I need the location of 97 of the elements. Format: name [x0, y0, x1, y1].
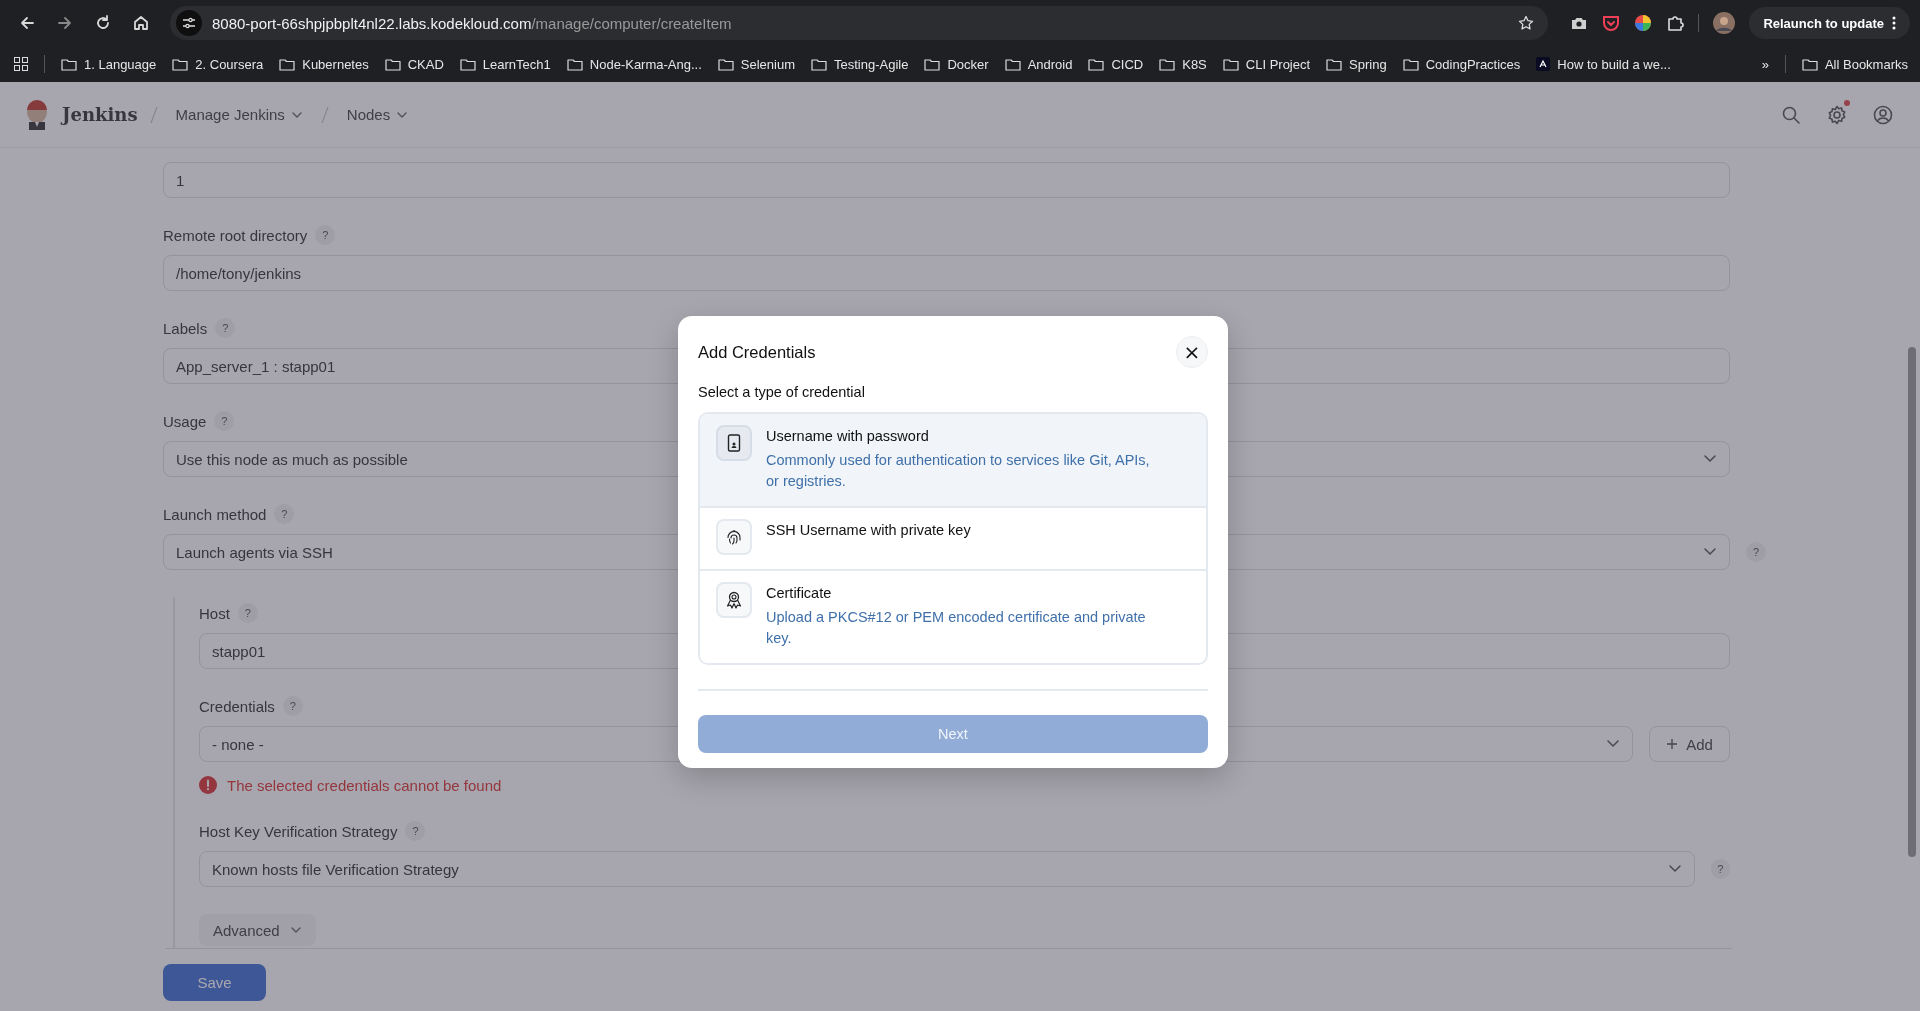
bookmark[interactable]: LearnTech1	[459, 56, 551, 72]
star-icon[interactable]	[1518, 15, 1535, 31]
field-label: Host Key Verification Strategy	[199, 822, 398, 840]
account-icon[interactable]	[1873, 104, 1893, 125]
bookmark[interactable]: CICD	[1088, 56, 1144, 72]
close-button[interactable]: ×	[1176, 336, 1208, 368]
help-button[interactable]: ?	[215, 318, 236, 338]
puzzle-icon[interactable]	[1666, 14, 1685, 32]
forward-icon[interactable]	[56, 14, 74, 32]
bookmark[interactable]: Kubernetes	[279, 56, 369, 72]
search-icon[interactable]	[1781, 104, 1801, 125]
fingerprint-icon	[725, 528, 743, 546]
folder-icon	[1801, 57, 1818, 71]
brand-name: Jenkins	[62, 104, 138, 125]
field-label: Usage	[163, 412, 207, 430]
folder-icon	[1326, 57, 1343, 71]
dialog-subtitle: Select a type of credential	[698, 384, 866, 400]
slash-separator-icon	[149, 105, 158, 124]
avatar-icon[interactable]	[1713, 12, 1736, 34]
apps-grid-icon[interactable]	[14, 57, 28, 71]
bookmark[interactable]: K8S	[1159, 56, 1207, 72]
pocket-icon[interactable]	[1602, 14, 1621, 32]
help-button[interactable]: ?	[214, 411, 235, 431]
option-description: Upload a PKCS#12 or PEM encoded certificate and private key.	[766, 608, 1147, 648]
folder-icon	[61, 57, 77, 71]
settings-icon[interactable]	[1827, 104, 1847, 125]
field-label: Launch method	[163, 505, 267, 523]
color-wheel-icon[interactable]	[1634, 14, 1653, 32]
field-label: Remote root directory	[163, 226, 308, 244]
breadcrumb-link[interactable]: Manage Jenkins	[169, 106, 309, 123]
site-settings-icon[interactable]	[182, 16, 196, 30]
help-button[interactable]: ?	[1746, 542, 1766, 562]
more-bookmarks-button[interactable]: »	[1761, 56, 1769, 72]
folder-icon	[279, 57, 296, 71]
ribbon-icon	[725, 591, 743, 609]
bookmark[interactable]: CodingPractices	[1402, 56, 1521, 72]
help-button[interactable]: ?	[1710, 859, 1730, 879]
bookmark[interactable]: All Bookmarks	[1801, 56, 1908, 72]
field-label: Host	[199, 604, 230, 622]
input-field[interactable]: 1	[163, 162, 1730, 198]
field-label: Labels	[163, 319, 208, 337]
add-button[interactable]: Add	[1649, 726, 1730, 762]
url-text: 8080-port-66shpjpbplt4nl22.labs.kodekloud.com/manage/computer/createItem	[212, 14, 733, 32]
plus-icon	[1666, 738, 1679, 750]
folder-icon	[1159, 57, 1176, 71]
site-icon	[1536, 57, 1551, 71]
folder-icon	[1004, 57, 1021, 71]
bookmark[interactable]: Selenium	[717, 56, 795, 72]
dialog-title: Add Credentials	[698, 342, 816, 362]
reload-icon[interactable]	[94, 14, 112, 32]
folder-icon	[924, 57, 941, 71]
error-message: The selected credentials cannot be found	[227, 776, 502, 794]
help-button[interactable]: ?	[315, 225, 336, 245]
address-bar[interactable]: 8080-port-66shpjpbplt4nl22.labs.kodekloud.com/manage/computer/createItem	[170, 6, 1549, 40]
option-title: Username with password	[766, 428, 930, 444]
bookmark[interactable]: Node-Karma-Ang...	[566, 56, 702, 72]
relaunch-button[interactable]: Relaunch to update	[1749, 7, 1910, 39]
phone-icon	[725, 434, 743, 452]
folder-icon	[566, 57, 583, 71]
camera-icon[interactable]	[1570, 15, 1589, 31]
folder-icon	[1088, 57, 1105, 71]
credential-option[interactable]: Certificate Upload a PKCS#12 or PEM encoded certificate and private key.	[700, 569, 1206, 663]
bookmark[interactable]: Android	[1004, 56, 1073, 72]
folder-icon	[459, 57, 476, 71]
folder-icon	[811, 57, 827, 71]
folder-icon	[172, 57, 189, 71]
breadcrumb-link[interactable]: Nodes	[340, 106, 415, 123]
more-icon	[1892, 16, 1896, 30]
field-label: Credentials	[199, 697, 275, 715]
help-button[interactable]: ?	[237, 603, 258, 623]
help-button[interactable]: ?	[274, 504, 295, 524]
bookmark[interactable]: CKAD	[384, 56, 444, 72]
error-icon	[199, 776, 217, 794]
butler-logo-icon[interactable]	[24, 99, 50, 130]
scrollbar[interactable]	[1908, 347, 1916, 857]
home-icon[interactable]	[132, 14, 150, 32]
credential-option[interactable]: Username with password Commonly used for authentication to services like Git, APIs, or registries.	[700, 414, 1206, 506]
bookmark[interactable]: How to build a we...	[1536, 56, 1671, 72]
folder-icon	[1402, 57, 1419, 71]
back-icon[interactable]	[18, 14, 36, 32]
help-button[interactable]: ?	[282, 696, 303, 716]
bookmark[interactable]: Docker	[924, 56, 989, 72]
input-field[interactable]: /home/tony/jenkins	[163, 255, 1730, 291]
bookmark[interactable]: Testing-Agile	[811, 56, 909, 72]
bookmark[interactable]: Spring	[1326, 56, 1387, 72]
advanced-button[interactable]: Advanced	[199, 914, 316, 946]
help-button[interactable]: ?	[405, 821, 426, 841]
bookmark[interactable]: CLI Project	[1222, 56, 1311, 72]
slash-separator-icon	[320, 105, 329, 124]
option-title: Certificate	[766, 585, 833, 601]
folder-icon	[717, 57, 734, 71]
option-title: SSH Username with private key	[766, 522, 971, 538]
bookmark[interactable]: 2. Coursera	[172, 56, 264, 72]
folder-icon	[1222, 57, 1239, 71]
folder-icon	[384, 57, 401, 71]
bookmark[interactable]: 1. Language	[61, 56, 157, 72]
select-field[interactable]: Known hosts file Verification Strategy	[199, 851, 1695, 887]
